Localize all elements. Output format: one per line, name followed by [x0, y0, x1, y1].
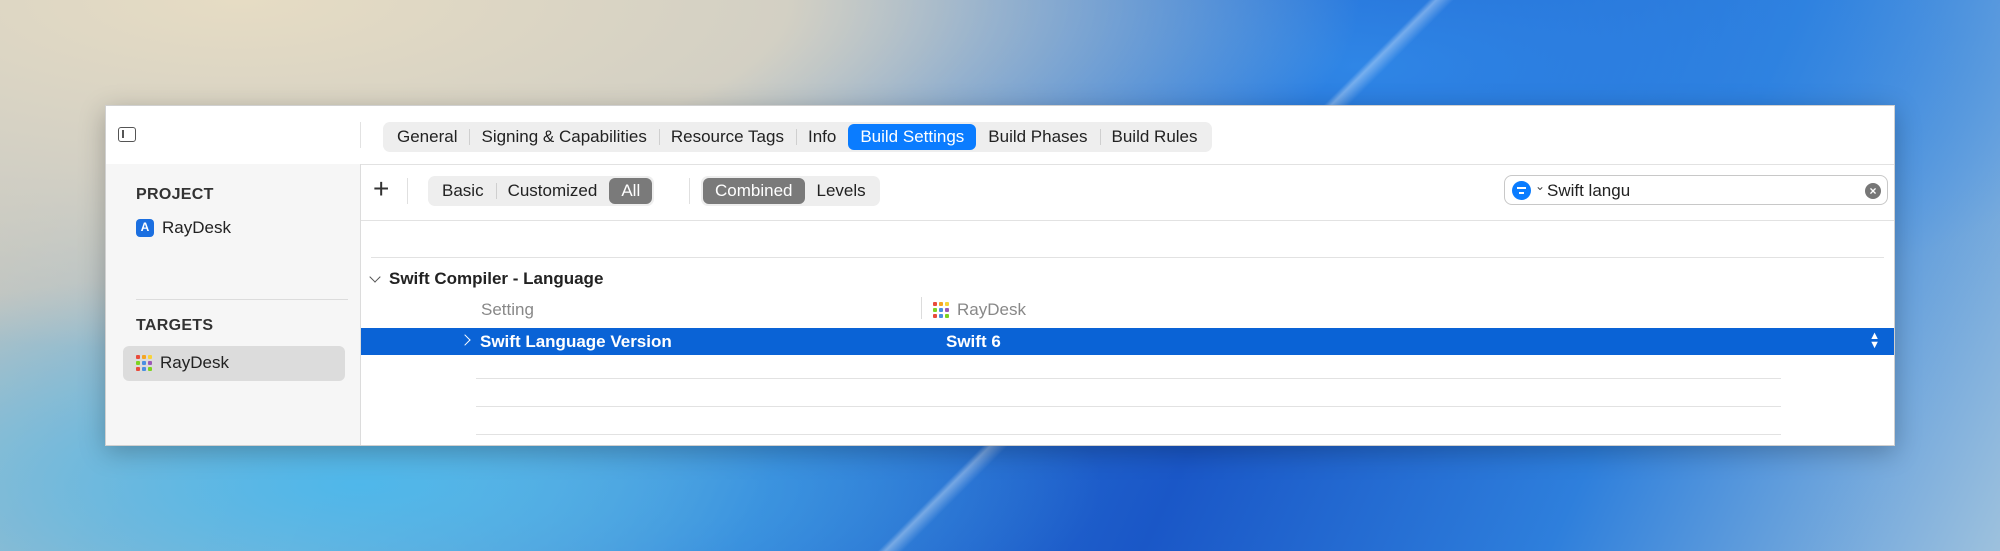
tab-build-rules[interactable]: Build Rules [1099, 124, 1210, 150]
app-icon-dot [148, 355, 152, 359]
tab-build-settings[interactable]: Build Settings [848, 124, 977, 150]
app-icon-dot [136, 355, 140, 359]
project-item[interactable]: RayDesk [136, 218, 231, 238]
popup-chevrons-icon[interactable]: ▲ ▼ [1869, 331, 1880, 351]
target-name: RayDesk [160, 353, 229, 372]
app-icon-dot [142, 367, 146, 371]
titlebar: General Signing & Capabilities Resource … [106, 106, 1894, 165]
column-header-target-label: RayDesk [957, 300, 1026, 319]
group-title: Swift Compiler - Language [389, 269, 604, 288]
add-setting-button[interactable]: + [373, 175, 389, 203]
tab-info[interactable]: Info [795, 124, 848, 150]
filter-customized[interactable]: Customized [495, 178, 610, 204]
view-levels[interactable]: Levels [805, 178, 878, 204]
app-target-icon [136, 355, 152, 371]
table-divider [371, 257, 1884, 258]
project-section-header: PROJECT [136, 186, 214, 203]
setting-value[interactable]: Swift 6 [946, 332, 1001, 352]
build-settings-table: Swift Compiler - Language Setting RayDes… [361, 221, 1894, 445]
title-divider [360, 122, 361, 148]
search-input[interactable]: Swift langu [1547, 181, 1630, 201]
empty-row-line [476, 378, 1781, 379]
filter-all[interactable]: All [609, 178, 653, 204]
chevron-down-icon: ⌄ [1535, 179, 1546, 193]
project-target-navigator: PROJECT RayDesk TARGETS RayDesk [106, 164, 361, 445]
app-icon-dot [945, 314, 949, 318]
empty-row-line [476, 406, 1781, 407]
editor-tab-bar: General Signing & Capabilities Resource … [383, 122, 1212, 152]
column-header-setting[interactable]: Setting [481, 300, 534, 320]
targets-section-header: TARGETS [136, 317, 214, 334]
column-divider [921, 297, 922, 319]
search-field[interactable]: ⌄ Swift langu × [1504, 175, 1888, 205]
tab-resource-tags[interactable]: Resource Tags [658, 124, 796, 150]
filter-menu-icon[interactable] [1512, 181, 1531, 200]
app-icon-dot [939, 314, 943, 318]
app-icon-dot [939, 308, 943, 312]
app-target-icon [933, 302, 949, 318]
app-icon-dot [945, 302, 949, 306]
tab-general[interactable]: General [385, 124, 469, 150]
tab-signing-capabilities[interactable]: Signing & Capabilities [469, 124, 658, 150]
disclosure-collapsed-icon[interactable] [459, 334, 471, 346]
tab-build-phases[interactable]: Build Phases [976, 124, 1099, 150]
app-icon-dot [136, 367, 140, 371]
app-icon-dot [933, 314, 937, 318]
target-item[interactable]: RayDesk [136, 353, 229, 373]
app-icon-dot [945, 308, 949, 312]
app-icon-dot [933, 308, 937, 312]
app-icon-dot [142, 361, 146, 365]
settings-group-header[interactable]: Swift Compiler - Language [369, 269, 604, 289]
view-combined[interactable]: Combined [703, 178, 805, 204]
project-name: RayDesk [162, 218, 231, 237]
app-icon-dot [939, 302, 943, 306]
table-row[interactable]: Swift Language Version Swift 6 ▲ ▼ [361, 328, 1894, 355]
xcode-project-icon [136, 219, 154, 237]
app-icon-dot [933, 302, 937, 306]
toolbar-divider [407, 178, 408, 204]
toolbar-divider [689, 178, 690, 204]
view-segmented-control: Combined Levels [701, 176, 880, 206]
disclosure-expanded-icon[interactable] [369, 270, 381, 283]
app-icon-dot [142, 355, 146, 359]
app-icon-dot [136, 361, 140, 365]
sidebar-toggle-icon[interactable] [118, 127, 136, 142]
setting-name: Swift Language Version [480, 332, 672, 351]
navigator-divider [136, 299, 348, 300]
app-icon-dot [148, 361, 152, 365]
filter-segmented-control: Basic Customized All [428, 176, 655, 206]
app-icon-dot [148, 367, 152, 371]
column-header-target[interactable]: RayDesk [933, 300, 1026, 320]
filter-basic[interactable]: Basic [430, 178, 496, 204]
empty-row-line [476, 434, 1781, 435]
build-settings-toolbar: + Basic Customized All Combined Levels ⌄… [361, 164, 1894, 221]
xcode-window: General Signing & Capabilities Resource … [105, 105, 1895, 446]
clear-search-icon[interactable]: × [1865, 183, 1881, 199]
